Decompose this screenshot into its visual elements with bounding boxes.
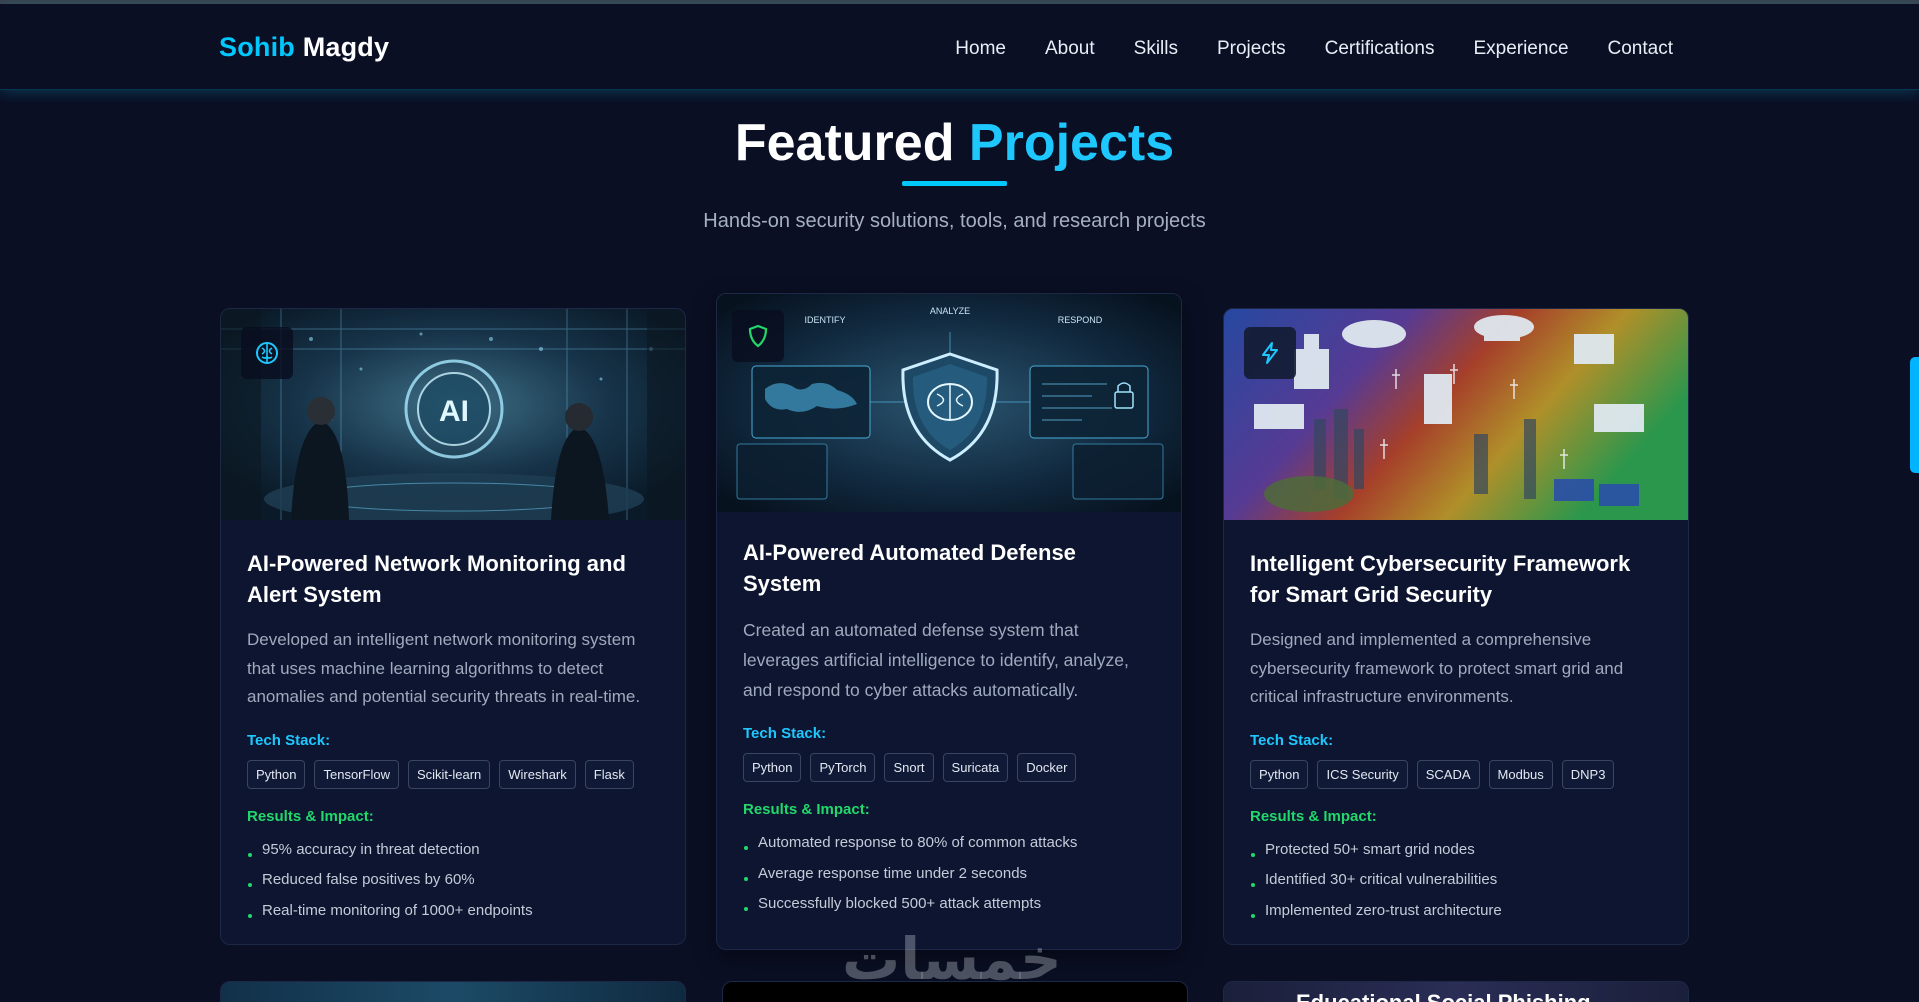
project-card-partial-3[interactable]: Educational Social Phishing (1223, 981, 1689, 1002)
project-card-automated-defense[interactable]: IDENTIFY ANALYZE RESPOND AI-Powered Auto… (716, 293, 1182, 950)
nav-experience[interactable]: Experience (1473, 38, 1568, 60)
tech-tag: Python (247, 759, 306, 789)
navbar: Sohib Magdy Home About Skills Projects C… (0, 4, 1919, 90)
result-item: Reduced false positives by 60% (247, 865, 659, 896)
tech-stack-label: Tech Stack: (1250, 731, 1334, 749)
result-item: Real-time monitoring of 1000+ endpoints (247, 896, 659, 927)
results-label: Results & Impact: (743, 801, 870, 818)
logo-last-name: Magdy (302, 32, 390, 62)
results-list: 95% accuracy in threat detection Reduced… (247, 835, 659, 927)
project-description: Developed an intelligent network monitor… (247, 630, 641, 706)
tech-tag: DNP3 (1561, 759, 1615, 789)
tech-tag: Flask (584, 759, 634, 789)
result-item: Implemented zero-trust architecture (1250, 896, 1662, 927)
shield-icon (732, 310, 784, 362)
tech-tag: TensorFlow (314, 759, 399, 789)
project-card-smart-grid[interactable]: Intelligent Cybersecurity Framework for … (1223, 308, 1689, 945)
nav-home[interactable]: Home (955, 38, 1006, 60)
nav-contact[interactable]: Contact (1608, 38, 1673, 60)
project-title: AI-Powered Automated Defense System (743, 540, 1076, 596)
logo[interactable]: Sohib Magdy (219, 32, 389, 63)
watermark: خمسات (842, 925, 1062, 993)
tech-tag: Wireshark (499, 759, 576, 789)
respond-label: RESPOND (1058, 315, 1103, 325)
result-item: 95% accuracy in threat detection (247, 835, 659, 866)
results-label: Results & Impact: (247, 807, 374, 825)
tech-tag: PyTorch (810, 753, 876, 782)
tech-tag: Python (743, 753, 802, 782)
tech-stack-label: Tech Stack: (247, 731, 331, 749)
results-list: Automated response to 80% of common atta… (743, 828, 1155, 920)
partial-card-title: Educational Social Phishing (1296, 990, 1591, 1002)
result-item: Average response time under 2 seconds (743, 859, 1155, 890)
nav-projects[interactable]: Projects (1217, 38, 1286, 60)
nav-about[interactable]: About (1045, 38, 1095, 60)
result-item: Automated response to 80% of common atta… (743, 828, 1155, 859)
project-image-network-monitoring: AI (221, 309, 685, 520)
section-title-accent: Projects (968, 114, 1175, 172)
nav-certifications[interactable]: Certifications (1325, 38, 1435, 60)
ai-emblem-text: AI (439, 395, 469, 428)
section-title-main: Featured (734, 114, 955, 172)
tech-tag: ICS Security (1317, 759, 1408, 789)
project-title: AI-Powered Network Monitoring and Alert … (247, 551, 626, 607)
results-list: Protected 50+ smart grid nodes Identifie… (1250, 835, 1662, 927)
brain-icon (241, 327, 293, 379)
project-title: Intelligent Cybersecurity Framework for … (1250, 551, 1631, 607)
project-card-partial-1[interactable] (220, 981, 686, 1002)
result-item: Protected 50+ smart grid nodes (1250, 835, 1662, 866)
tech-tag: Snort (884, 753, 934, 782)
logo-first-name: Sohib (219, 32, 295, 62)
tech-stack-tags: Python ICS Security SCADA Modbus DNP3 (1250, 759, 1662, 789)
result-item: Identified 30+ critical vulnerabilities (1250, 865, 1662, 896)
tech-tag: SCADA (1416, 759, 1480, 789)
tech-tag: Scikit-learn (407, 759, 491, 789)
section-title: Featured Projects (0, 113, 1909, 173)
project-card-network-monitoring[interactable]: AI AI-Powered Network Monitoring and Ale… (220, 308, 686, 945)
section-subtitle: Hands-on security solutions, tools, and … (703, 210, 1206, 232)
project-description: Created an automated defense system that… (743, 620, 1129, 700)
tech-stack-tags: Python TensorFlow Scikit-learn Wireshark… (247, 759, 659, 789)
tech-tag: Docker (1017, 753, 1077, 782)
scrollbar-thumb[interactable] (1910, 357, 1919, 473)
project-description: Designed and implemented a comprehensive… (1250, 630, 1624, 706)
project-image-automated-defense: IDENTIFY ANALYZE RESPOND (717, 294, 1181, 512)
nav-skills[interactable]: Skills (1134, 38, 1178, 60)
defense-shield-illustration: IDENTIFY ANALYZE RESPOND (717, 294, 1181, 512)
tech-tag: Python (1250, 759, 1309, 789)
results-label: Results & Impact: (1250, 807, 1377, 825)
identify-label: IDENTIFY (804, 315, 845, 325)
main-nav: Home About Skills Projects Certification… (955, 38, 1673, 60)
title-underline (902, 181, 1007, 186)
tech-tag: Suricata (942, 753, 1009, 782)
tech-tag: Modbus (1488, 759, 1553, 789)
lightning-icon (1244, 327, 1296, 379)
tech-stack-label: Tech Stack: (743, 725, 827, 742)
result-item: Successfully blocked 500+ attack attempt… (743, 889, 1155, 920)
project-image-smart-grid (1224, 309, 1688, 520)
tech-stack-tags: Python PyTorch Snort Suricata Docker (743, 753, 1155, 782)
analyze-label: ANALYZE (930, 306, 970, 316)
